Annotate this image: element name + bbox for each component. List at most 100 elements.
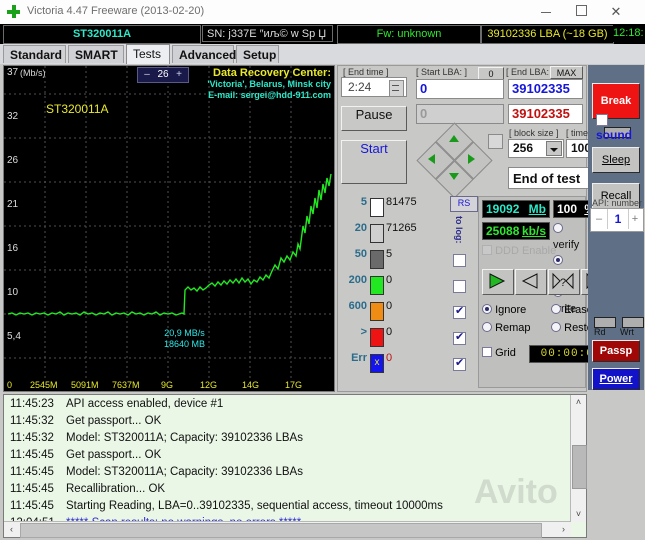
- graph-scale-plus-button[interactable]: +: [173, 68, 185, 82]
- end-lba-input[interactable]: 39102335: [508, 79, 583, 99]
- mode-verify-option[interactable]: verify: [553, 221, 585, 253]
- scroll-left-button[interactable]: ‹: [4, 522, 19, 537]
- end-lba-max-button[interactable]: MAX: [550, 66, 583, 79]
- end-lba-secondary-input[interactable]: 39102335: [508, 104, 583, 124]
- graph-ytick-21: 21: [7, 199, 19, 210]
- start-lba-input[interactable]: 0: [416, 79, 504, 99]
- block-time-legend: 5 81475 20 71265 50 5 200 0 600 0 > 0 Er…: [341, 196, 447, 386]
- sleep-button[interactable]: Sleep: [592, 147, 640, 173]
- api-number-plus-button[interactable]: +: [627, 209, 643, 229]
- action-ignore-option[interactable]: Ignore: [482, 301, 548, 319]
- sound-checkbox[interactable]: [596, 114, 608, 126]
- log-text: API access enabled, device #1: [66, 398, 224, 410]
- legend-threshold: 20: [354, 222, 367, 234]
- tab-setup[interactable]: Setup: [236, 45, 279, 63]
- legend-row: Err x 0: [341, 352, 447, 376]
- tests-panel: (Mb/s) 37 32 26 21 16 10 5,4 0 2545M 509…: [0, 64, 645, 540]
- to-log-checkbox-600[interactable]: [453, 304, 466, 319]
- speed-unit: kb/s: [521, 224, 546, 238]
- grid-label: Grid: [495, 347, 516, 359]
- minimize-button[interactable]: [531, 0, 561, 24]
- legend-count: 0: [386, 352, 393, 364]
- restore-radio[interactable]: [551, 322, 562, 332]
- graph-xtick-2545m: 2545M: [30, 380, 58, 390]
- graph-annotation-rate: 20,9 MB/s: [164, 328, 205, 338]
- end-time-spinner[interactable]: [389, 80, 404, 97]
- horizontal-scroll-thumb[interactable]: [20, 523, 542, 538]
- verify-radio[interactable]: [553, 223, 563, 233]
- navigation-dpad[interactable]: [416, 122, 493, 199]
- to-log-checkbox-err[interactable]: [453, 356, 466, 371]
- tab-standard[interactable]: Standard: [3, 45, 66, 63]
- graph-scale-minus-button[interactable]: –: [141, 68, 153, 82]
- tab-bar: Standard SMART Tests Advanced Setup API …: [0, 44, 645, 104]
- passport-button[interactable]: Passp: [592, 340, 640, 362]
- scroll-up-button[interactable]: ˄: [571, 395, 586, 410]
- start-button[interactable]: Start: [341, 140, 407, 184]
- log-row: 11:45:45 Starting Reading, LBA=0..3910233…: [10, 500, 550, 517]
- grid-toggle[interactable]: Grid: [482, 347, 516, 359]
- action-ignore-label: Ignore: [495, 304, 527, 316]
- block-size-select[interactable]: 256: [508, 139, 564, 158]
- action-remap-option[interactable]: Remap: [482, 319, 548, 337]
- play-reverse-button[interactable]: [515, 269, 547, 295]
- legend-count: 71265: [386, 222, 417, 234]
- end-time-field[interactable]: 2:24: [341, 77, 407, 97]
- pause-button[interactable]: Pause: [341, 106, 407, 131]
- graph-ytick-10: 10: [7, 287, 19, 298]
- vertical-scroll-thumb[interactable]: [572, 445, 587, 489]
- graph-xtick-14g: 14G: [242, 380, 260, 390]
- legend-threshold: 200: [348, 274, 367, 286]
- to-log-checkbox-over[interactable]: [453, 330, 466, 345]
- sound-toggle[interactable]: sound: [596, 114, 645, 142]
- tab-advanced[interactable]: Advanced: [172, 45, 236, 63]
- legend-row: 5 81475: [341, 196, 447, 220]
- log-text: Get passport... OK: [66, 449, 162, 461]
- to-log-label: to log:: [454, 216, 464, 244]
- tab-tests[interactable]: Tests: [126, 44, 170, 64]
- graph-ytick-26: 26: [7, 155, 19, 166]
- grid-checkbox[interactable]: [482, 347, 492, 357]
- rs-button[interactable]: RS: [450, 196, 478, 212]
- drive-status-bar: ST320011A SN: ј337E ″иљ© w Sp Џ Fw: unkn…: [0, 24, 645, 44]
- api-number-value: 1: [607, 209, 629, 229]
- scroll-down-button[interactable]: ˅: [571, 507, 586, 522]
- log-panel[interactable]: 11:45:23 API access enabled, device #1 11…: [3, 394, 587, 538]
- log-row: 11:45:45 Recallibration... OK: [10, 483, 550, 500]
- log-horizontal-scrollbar[interactable]: ‹ ›: [4, 521, 571, 538]
- log-vertical-scrollbar[interactable]: ˄ ˅: [570, 395, 587, 522]
- scroll-right-button[interactable]: ›: [556, 522, 571, 537]
- remap-radio[interactable]: [482, 322, 492, 332]
- tab-smart[interactable]: SMART: [68, 45, 124, 63]
- maximize-button[interactable]: [566, 0, 596, 24]
- chevron-down-icon[interactable]: [546, 141, 562, 156]
- power-button[interactable]: Power: [592, 368, 640, 390]
- action-erase-option[interactable]: Erase: [551, 301, 593, 319]
- erase-radio[interactable]: [551, 304, 562, 314]
- legend-row: > 0: [341, 326, 447, 350]
- end-time-value: 2:24: [348, 80, 372, 94]
- api-number-spinner[interactable]: – 1 +: [590, 208, 644, 232]
- api-number-minus-button[interactable]: –: [591, 209, 607, 229]
- legend-count: 81475: [386, 196, 417, 208]
- to-log-checkbox-200[interactable]: [453, 280, 466, 293]
- drive-capacity-field: 39102336 LBA (~18 GB): [481, 25, 614, 44]
- ignore-radio[interactable]: [482, 304, 492, 314]
- legend-swatch-error: x: [370, 354, 384, 373]
- close-button[interactable]: ✕: [601, 0, 631, 24]
- speed-value: 25088: [486, 224, 520, 238]
- read-led-label: Rd: [594, 327, 606, 337]
- to-log-checkbox-50[interactable]: [453, 254, 466, 267]
- log-time: 11:45:45: [10, 500, 54, 512]
- graph-scale-spinner[interactable]: –26 +: [137, 67, 189, 83]
- legend-threshold: >: [360, 326, 367, 338]
- sound-label: sound: [596, 128, 632, 142]
- speed-graph[interactable]: (Mb/s) 37 32 26 21 16 10 5,4 0 2545M 509…: [3, 65, 335, 392]
- read-radio[interactable]: [553, 255, 563, 265]
- random-seek-button[interactable]: ?: [548, 269, 580, 295]
- play-forward-button[interactable]: [482, 269, 514, 295]
- sleep-label: Sleep: [601, 154, 631, 166]
- power-label: Power: [599, 373, 633, 385]
- graph-xtick-17g: 17G: [285, 380, 303, 390]
- dpad-center-toggle[interactable]: [488, 134, 503, 149]
